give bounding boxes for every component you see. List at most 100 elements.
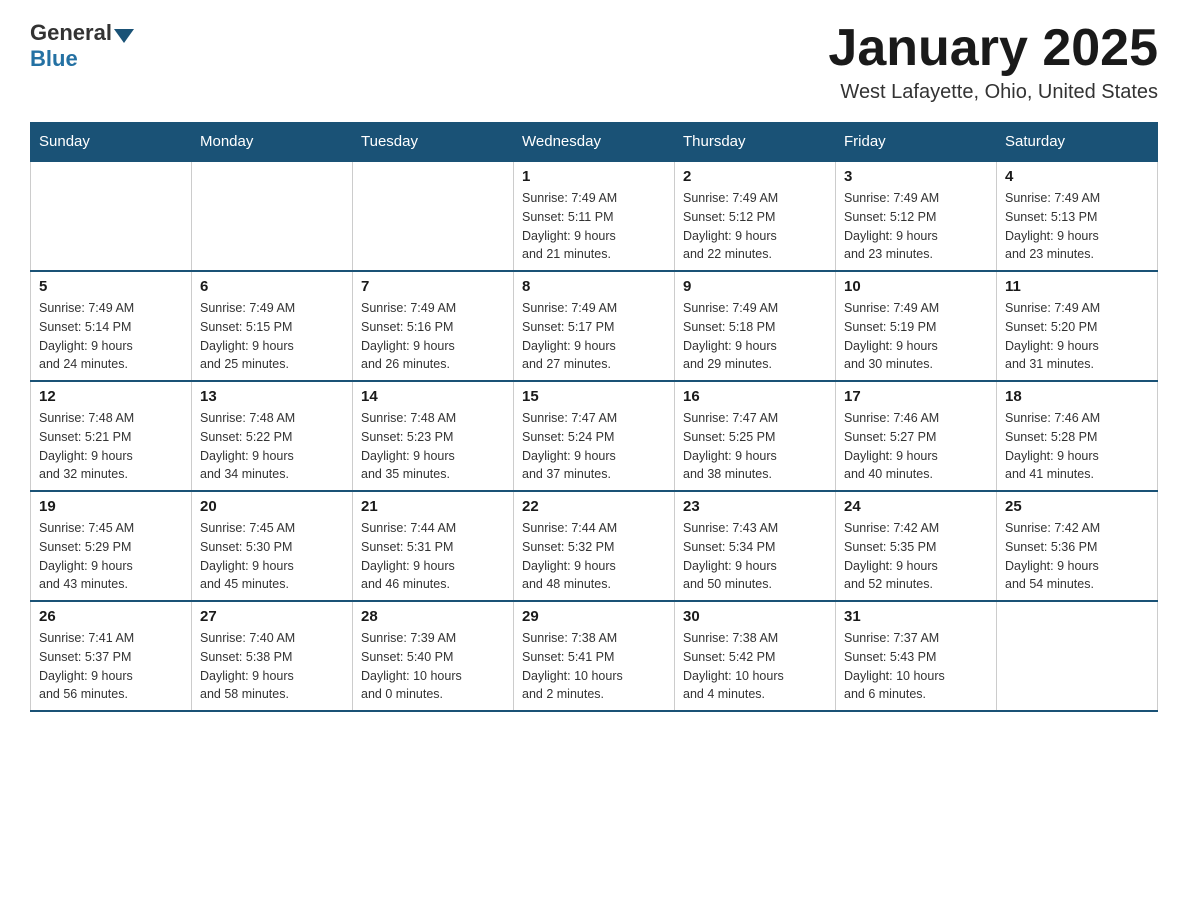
calendar-cell: 20 Sunrise: 7:45 AM Sunset: 5:30 PM Dayli… [192, 491, 353, 601]
day-info: Sunrise: 7:49 AM Sunset: 5:12 PM Dayligh… [844, 189, 988, 264]
day-number: 22 [522, 498, 666, 515]
day-info: Sunrise: 7:48 AM Sunset: 5:22 PM Dayligh… [200, 409, 344, 484]
day-info: Sunrise: 7:49 AM Sunset: 5:12 PM Dayligh… [683, 189, 827, 264]
day-info: Sunrise: 7:39 AM Sunset: 5:40 PM Dayligh… [361, 629, 505, 704]
day-number: 13 [200, 388, 344, 405]
calendar-cell: 26 Sunrise: 7:41 AM Sunset: 5:37 PM Dayli… [31, 601, 192, 711]
day-number: 27 [200, 608, 344, 625]
calendar-table: SundayMondayTuesdayWednesdayThursdayFrid… [30, 122, 1158, 712]
day-number: 11 [1005, 278, 1149, 295]
day-number: 24 [844, 498, 988, 515]
day-info: Sunrise: 7:44 AM Sunset: 5:32 PM Dayligh… [522, 519, 666, 594]
logo: General Blue [30, 20, 136, 72]
calendar-cell: 4Sunrise: 7:49 AM Sunset: 5:13 PM Daylig… [997, 161, 1158, 271]
day-number: 29 [522, 608, 666, 625]
day-info: Sunrise: 7:49 AM Sunset: 5:11 PM Dayligh… [522, 189, 666, 264]
day-number: 14 [361, 388, 505, 405]
calendar-cell: 12 Sunrise: 7:48 AM Sunset: 5:21 PM Dayli… [31, 381, 192, 491]
day-info: Sunrise: 7:42 AM Sunset: 5:35 PM Dayligh… [844, 519, 988, 594]
weekday-header-tuesday: Tuesday [353, 123, 514, 162]
calendar-location: West Lafayette, Ohio, United States [828, 81, 1158, 104]
day-number: 23 [683, 498, 827, 515]
title-block: January 2025 West Lafayette, Ohio, Unite… [828, 20, 1158, 104]
day-info: Sunrise: 7:38 AM Sunset: 5:41 PM Dayligh… [522, 629, 666, 704]
calendar-cell: 24 Sunrise: 7:42 AM Sunset: 5:35 PM Dayli… [836, 491, 997, 601]
day-number: 15 [522, 388, 666, 405]
weekday-header-wednesday: Wednesday [514, 123, 675, 162]
day-number: 2 [683, 168, 827, 185]
calendar-cell: 28 Sunrise: 7:39 AM Sunset: 5:40 PM Dayli… [353, 601, 514, 711]
calendar-week-row: 1 Sunrise: 7:49 AM Sunset: 5:11 PM Daylig… [31, 161, 1158, 271]
day-info: Sunrise: 7:49 AM Sunset: 5:13 PM Dayligh… [1005, 189, 1149, 264]
day-info: Sunrise: 7:48 AM Sunset: 5:21 PM Dayligh… [39, 409, 183, 484]
day-info: Sunrise: 7:38 AM Sunset: 5:42 PM Dayligh… [683, 629, 827, 704]
calendar-cell: 10 Sunrise: 7:49 AM Sunset: 5:19 PM Dayli… [836, 271, 997, 381]
day-number: 12 [39, 388, 183, 405]
calendar-cell: 3 Sunrise: 7:49 AM Sunset: 5:12 PM Daylig… [836, 161, 997, 271]
calendar-title: January 2025 [828, 20, 1158, 77]
calendar-cell [192, 161, 353, 271]
day-number: 20 [200, 498, 344, 515]
day-number: 17 [844, 388, 988, 405]
day-number: 6 [200, 278, 344, 295]
day-info: Sunrise: 7:45 AM Sunset: 5:30 PM Dayligh… [200, 519, 344, 594]
day-number: 25 [1005, 498, 1149, 515]
calendar-cell: 22 Sunrise: 7:44 AM Sunset: 5:32 PM Dayli… [514, 491, 675, 601]
calendar-cell: 13 Sunrise: 7:48 AM Sunset: 5:22 PM Dayli… [192, 381, 353, 491]
day-info: Sunrise: 7:49 AM Sunset: 5:14 PM Dayligh… [39, 299, 183, 374]
calendar-cell [353, 161, 514, 271]
day-info: Sunrise: 7:40 AM Sunset: 5:38 PM Dayligh… [200, 629, 344, 704]
calendar-cell: 7Sunrise: 7:49 AM Sunset: 5:16 PM Daylig… [353, 271, 514, 381]
day-number: 18 [1005, 388, 1149, 405]
calendar-cell: 9 Sunrise: 7:49 AM Sunset: 5:18 PM Daylig… [675, 271, 836, 381]
day-info: Sunrise: 7:47 AM Sunset: 5:24 PM Dayligh… [522, 409, 666, 484]
day-info: Sunrise: 7:46 AM Sunset: 5:28 PM Dayligh… [1005, 409, 1149, 484]
day-number: 28 [361, 608, 505, 625]
calendar-week-row: 5 Sunrise: 7:49 AM Sunset: 5:14 PM Daylig… [31, 271, 1158, 381]
day-info: Sunrise: 7:49 AM Sunset: 5:19 PM Dayligh… [844, 299, 988, 374]
day-number: 1 [522, 168, 666, 185]
calendar-cell: 17 Sunrise: 7:46 AM Sunset: 5:27 PM Dayli… [836, 381, 997, 491]
calendar-cell: 29 Sunrise: 7:38 AM Sunset: 5:41 PM Dayli… [514, 601, 675, 711]
day-number: 26 [39, 608, 183, 625]
calendar-cell: 11Sunrise: 7:49 AM Sunset: 5:20 PM Dayli… [997, 271, 1158, 381]
calendar-cell: 30Sunrise: 7:38 AM Sunset: 5:42 PM Dayli… [675, 601, 836, 711]
page-header: General Blue January 2025 West Lafayette… [30, 20, 1158, 104]
calendar-cell: 31Sunrise: 7:37 AM Sunset: 5:43 PM Dayli… [836, 601, 997, 711]
day-number: 31 [844, 608, 988, 625]
weekday-header-thursday: Thursday [675, 123, 836, 162]
day-info: Sunrise: 7:49 AM Sunset: 5:15 PM Dayligh… [200, 299, 344, 374]
day-info: Sunrise: 7:44 AM Sunset: 5:31 PM Dayligh… [361, 519, 505, 594]
day-info: Sunrise: 7:46 AM Sunset: 5:27 PM Dayligh… [844, 409, 988, 484]
day-info: Sunrise: 7:45 AM Sunset: 5:29 PM Dayligh… [39, 519, 183, 594]
calendar-cell: 21 Sunrise: 7:44 AM Sunset: 5:31 PM Dayli… [353, 491, 514, 601]
calendar-cell: 18 Sunrise: 7:46 AM Sunset: 5:28 PM Dayli… [997, 381, 1158, 491]
calendar-cell: 5 Sunrise: 7:49 AM Sunset: 5:14 PM Daylig… [31, 271, 192, 381]
day-number: 21 [361, 498, 505, 515]
calendar-cell [997, 601, 1158, 711]
day-number: 5 [39, 278, 183, 295]
day-number: 3 [844, 168, 988, 185]
day-info: Sunrise: 7:41 AM Sunset: 5:37 PM Dayligh… [39, 629, 183, 704]
weekday-header-monday: Monday [192, 123, 353, 162]
day-number: 10 [844, 278, 988, 295]
calendar-week-row: 19 Sunrise: 7:45 AM Sunset: 5:29 PM Dayli… [31, 491, 1158, 601]
day-number: 9 [683, 278, 827, 295]
calendar-cell: 8Sunrise: 7:49 AM Sunset: 5:17 PM Daylig… [514, 271, 675, 381]
weekday-header-sunday: Sunday [31, 123, 192, 162]
day-info: Sunrise: 7:49 AM Sunset: 5:16 PM Dayligh… [361, 299, 505, 374]
day-number: 19 [39, 498, 183, 515]
day-info: Sunrise: 7:49 AM Sunset: 5:18 PM Dayligh… [683, 299, 827, 374]
day-info: Sunrise: 7:47 AM Sunset: 5:25 PM Dayligh… [683, 409, 827, 484]
day-info: Sunrise: 7:42 AM Sunset: 5:36 PM Dayligh… [1005, 519, 1149, 594]
logo-arrow-icon [114, 29, 134, 43]
logo-blue-text: Blue [30, 46, 78, 71]
weekday-header-saturday: Saturday [997, 123, 1158, 162]
calendar-cell: 1 Sunrise: 7:49 AM Sunset: 5:11 PM Daylig… [514, 161, 675, 271]
calendar-cell: 23Sunrise: 7:43 AM Sunset: 5:34 PM Dayli… [675, 491, 836, 601]
calendar-cell [31, 161, 192, 271]
calendar-cell: 15 Sunrise: 7:47 AM Sunset: 5:24 PM Dayli… [514, 381, 675, 491]
calendar-cell: 25 Sunrise: 7:42 AM Sunset: 5:36 PM Dayli… [997, 491, 1158, 601]
calendar-header-row: SundayMondayTuesdayWednesdayThursdayFrid… [31, 123, 1158, 162]
calendar-cell: 27 Sunrise: 7:40 AM Sunset: 5:38 PM Dayli… [192, 601, 353, 711]
